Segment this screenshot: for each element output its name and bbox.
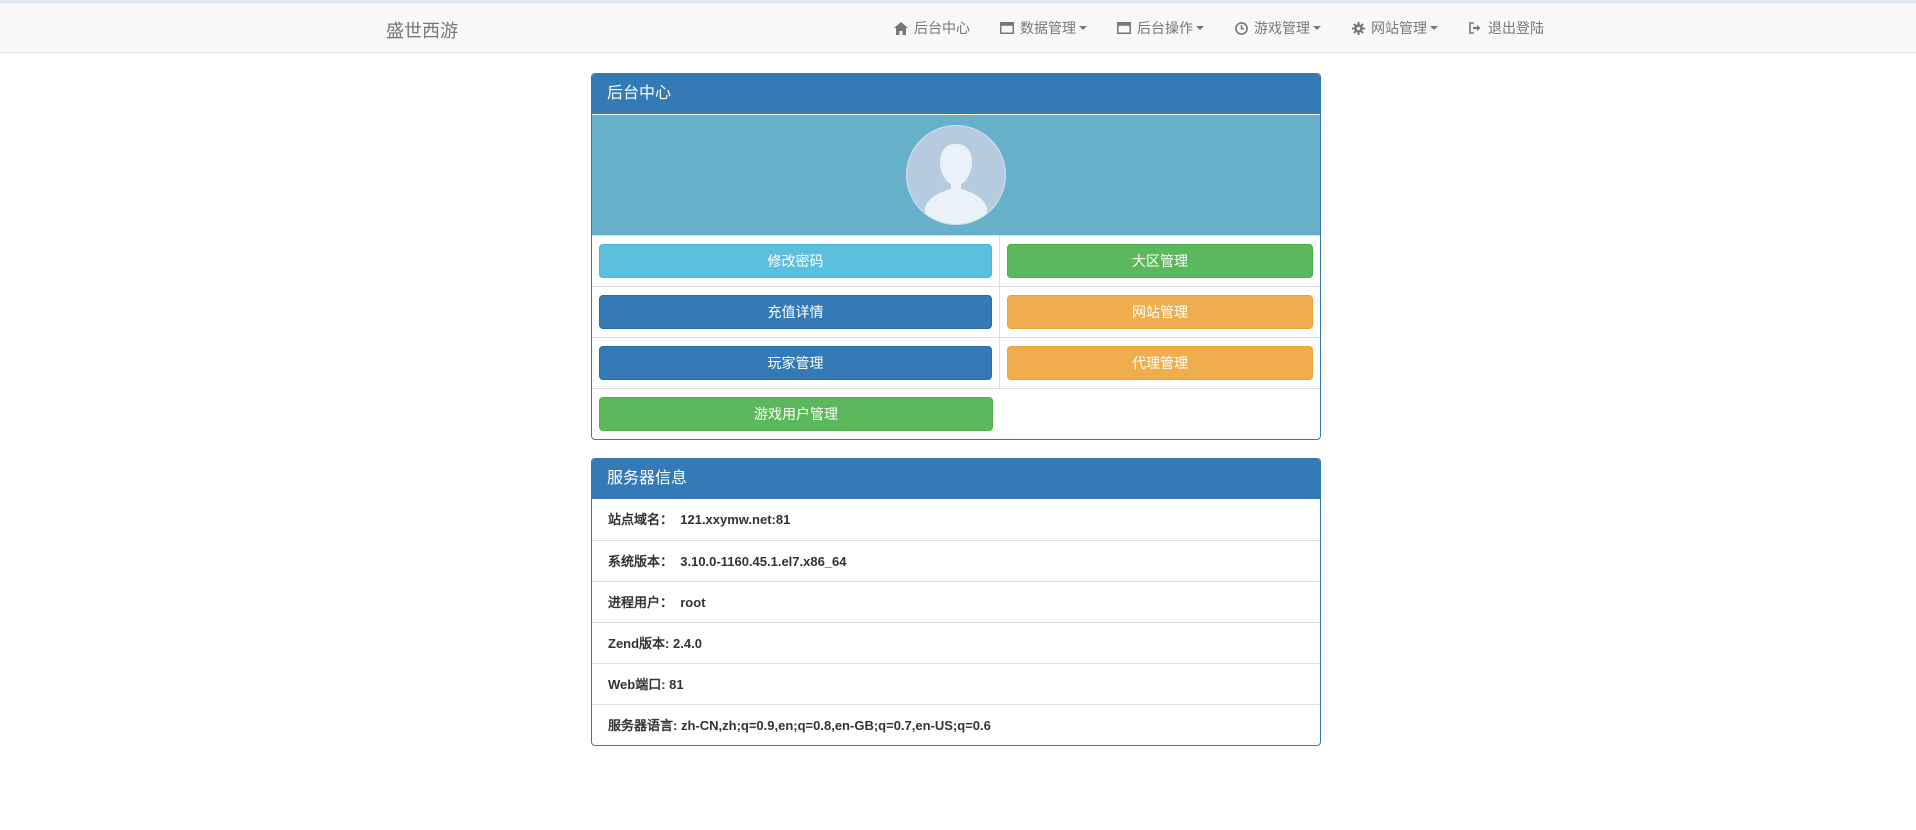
avatar-section bbox=[592, 115, 1320, 235]
grid-cell: 大区管理 bbox=[1000, 235, 1320, 286]
info-row-server-language: 服务器语言: zh-CN,zh;q=0.9,en;q=0.8,en-GB;q=0… bbox=[592, 704, 1320, 745]
info-value: 3.10.0-1160.45.1.el7.x86_64 bbox=[680, 554, 847, 569]
nav-item-logout[interactable]: 退出登陆 bbox=[1468, 18, 1544, 38]
nav-item-home[interactable]: 后台中心 bbox=[894, 18, 970, 38]
server-info-panel: 服务器信息 站点域名： 121.xxymw.net:81 系统版本： 3.10.… bbox=[591, 458, 1321, 746]
info-value: zh-CN,zh;q=0.9,en;q=0.8,en-GB;q=0.7,en-U… bbox=[680, 718, 991, 733]
site-management-button[interactable]: 网站管理 bbox=[1007, 295, 1313, 329]
caret-down-icon bbox=[1079, 26, 1087, 30]
recharge-details-button[interactable]: 充值详情 bbox=[599, 295, 992, 329]
avatar bbox=[906, 125, 1006, 225]
window-icon bbox=[1117, 21, 1131, 35]
action-button-grid: 修改密码 大区管理 充值详情 网站管理 玩家管理 代理管理 游戏用户管理 bbox=[592, 235, 1320, 439]
window-icon bbox=[1000, 21, 1014, 35]
info-label: 服务器语言: bbox=[608, 718, 678, 733]
game-user-management-button[interactable]: 游戏用户管理 bbox=[599, 397, 993, 431]
info-row-system-version: 系统版本： 3.10.0-1160.45.1.el7.x86_64 bbox=[592, 540, 1320, 581]
clock-icon bbox=[1234, 21, 1248, 35]
grid-cell: 网站管理 bbox=[1000, 286, 1320, 337]
user-silhouette-icon bbox=[907, 126, 1005, 224]
grid-cell: 修改密码 bbox=[592, 235, 1000, 286]
grid-cell: 游戏用户管理 bbox=[592, 388, 1000, 439]
info-row-process-user: 进程用户： root bbox=[592, 581, 1320, 622]
nav-item-site-management[interactable]: 网站管理 bbox=[1351, 18, 1438, 38]
info-label: 进程用户： bbox=[608, 595, 674, 610]
nav-item-backend-ops[interactable]: 后台操作 bbox=[1117, 18, 1204, 38]
nav-menu: 后台中心 数据管理 后台操作 游戏管理 网站管理 退出登陆 bbox=[894, 3, 1544, 53]
brand-logo[interactable]: 盛世西游 bbox=[386, 17, 458, 43]
info-value: 121.xxymw.net:81 bbox=[680, 512, 791, 527]
caret-down-icon bbox=[1196, 26, 1204, 30]
info-value: 2.4.0 bbox=[673, 636, 702, 651]
nav-item-label: 网站管理 bbox=[1371, 20, 1427, 36]
change-password-button[interactable]: 修改密码 bbox=[599, 244, 992, 278]
caret-down-icon bbox=[1313, 26, 1321, 30]
info-row-web-port: Web端口: 81 bbox=[592, 663, 1320, 704]
nav-item-label: 后台操作 bbox=[1137, 20, 1193, 36]
info-label: 站点域名： bbox=[608, 512, 674, 527]
grid-cell: 玩家管理 bbox=[592, 337, 1000, 388]
grid-cell: 充值详情 bbox=[592, 286, 1000, 337]
nav-item-game-management[interactable]: 游戏管理 bbox=[1234, 18, 1321, 38]
region-management-button[interactable]: 大区管理 bbox=[1007, 244, 1313, 278]
nav-item-label: 游戏管理 bbox=[1254, 20, 1310, 36]
info-row-zend-version: Zend版本: 2.4.0 bbox=[592, 622, 1320, 663]
nav-item-label: 后台中心 bbox=[914, 20, 970, 36]
nav-item-label: 退出登陆 bbox=[1488, 20, 1544, 36]
home-icon bbox=[894, 21, 908, 35]
info-label: 系统版本： bbox=[608, 554, 674, 569]
info-value: root bbox=[680, 595, 706, 610]
info-row-domain: 站点域名： 121.xxymw.net:81 bbox=[592, 499, 1320, 540]
info-value: 81 bbox=[669, 677, 684, 692]
gear-icon bbox=[1351, 21, 1365, 35]
info-label: Web端口: bbox=[608, 677, 666, 692]
server-info-list: 站点域名： 121.xxymw.net:81 系统版本： 3.10.0-1160… bbox=[592, 499, 1320, 745]
agent-management-button[interactable]: 代理管理 bbox=[1007, 346, 1313, 380]
info-label: Zend版本: bbox=[608, 636, 670, 651]
navbar: 盛世西游 后台中心 数据管理 后台操作 游戏管理 网站管理 退出登陆 bbox=[0, 3, 1916, 53]
grid-cell: 代理管理 bbox=[1000, 337, 1320, 388]
admin-center-panel: 后台中心 修改密码 大区管理 充值详情 网站管理 玩家管理 代理管理 游戏用户管… bbox=[591, 73, 1321, 440]
nav-item-data-management[interactable]: 数据管理 bbox=[1000, 18, 1087, 38]
panel-title: 服务器信息 bbox=[592, 459, 1320, 499]
logout-icon bbox=[1468, 21, 1482, 35]
grid-cell-empty bbox=[1000, 388, 1320, 439]
nav-item-label: 数据管理 bbox=[1020, 20, 1076, 36]
player-management-button[interactable]: 玩家管理 bbox=[599, 346, 992, 380]
caret-down-icon bbox=[1430, 26, 1438, 30]
panel-title: 后台中心 bbox=[592, 74, 1320, 114]
